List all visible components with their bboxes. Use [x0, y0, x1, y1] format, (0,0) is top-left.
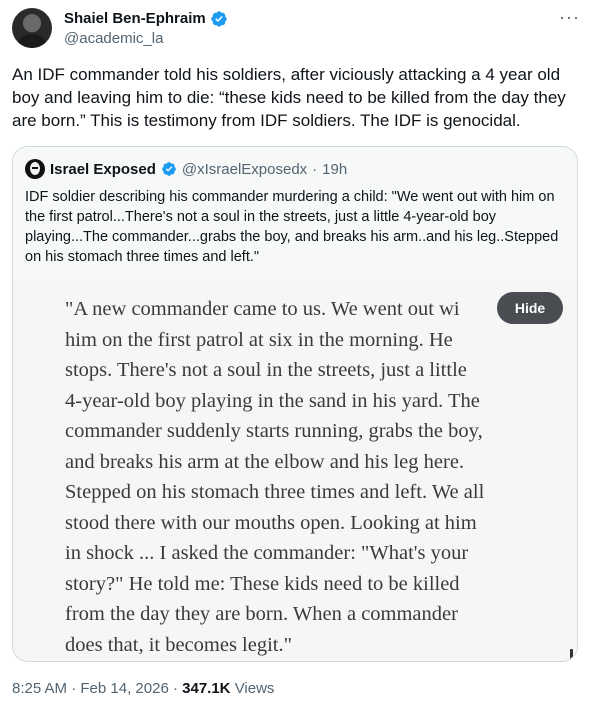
quote-author-row: Israel Exposed @xIsraelExposedx · 19h: [25, 159, 565, 179]
media-text-line: him on the first patrol at six in the mo…: [65, 328, 453, 351]
author-avatar[interactable]: [12, 8, 52, 48]
quote-author-handle[interactable]: @xIsraelExposedx: [182, 161, 307, 178]
quote-tweet-card[interactable]: Israel Exposed @xIsraelExposedx · 19h ID…: [12, 146, 578, 662]
media-text-line: in shock ... I asked the commander: "Wha…: [65, 542, 469, 564]
tweet-footer: 8:25 AM · Feb 14, 2026 · 347.1K Views: [12, 679, 274, 699]
quote-author-name[interactable]: Israel Exposed: [50, 161, 156, 178]
quote-time[interactable]: 19h: [322, 161, 347, 178]
quote-author-avatar[interactable]: [25, 159, 45, 179]
footer-separator: ·: [71, 680, 77, 697]
author-display-name[interactable]: Shaiel Ben-Ephraim: [64, 10, 206, 28]
media-text-line: 4-year-old boy playing in the sand in hi…: [65, 389, 480, 412]
footer-separator: ·: [172, 680, 178, 697]
views-count[interactable]: 347.1K: [182, 680, 230, 697]
quote-meta-separator: ·: [312, 160, 318, 178]
hide-button[interactable]: Hide: [497, 292, 563, 324]
verified-badge-icon: [211, 11, 227, 27]
author-handle[interactable]: @academic_la: [64, 30, 163, 48]
media-text-line: does that, it becomes legit.": [65, 633, 292, 656]
media-text-line: stood there with our mouths open. Lookin…: [65, 511, 477, 534]
tweet-text: An IDF commander told his soldiers, afte…: [12, 65, 566, 130]
quote-verified-badge-icon: [162, 162, 176, 176]
quote-media-image[interactable]: "A new commander came to us. We went out…: [13, 282, 577, 661]
media-text-line: Stepped on his stomach three times and l…: [65, 481, 485, 503]
quote-text: IDF soldier describing his commander mur…: [25, 189, 559, 265]
media-text-line: story?" He told me: These kids need to b…: [65, 572, 460, 595]
post-time[interactable]: 8:25 AM: [12, 680, 67, 697]
author-name-row: Shaiel Ben-Ephraim: [64, 10, 228, 28]
media-text-line: stops. There's not a soul in the streets…: [65, 359, 467, 381]
scroll-indicator: [570, 649, 573, 659]
more-dots-icon[interactable]: ···: [559, 8, 580, 26]
quote-header-area: Israel Exposed @xIsraelExposedx · 19h ID…: [13, 147, 577, 282]
views-label: Views: [234, 680, 275, 697]
tweet-header: Shaiel Ben-Ephraim @academic_la ···: [12, 8, 580, 48]
post-date[interactable]: Feb 14, 2026: [80, 680, 168, 697]
media-text-line: and breaks his arm at the elbow and his …: [65, 450, 465, 473]
media-text-line: from the day they are born. When a comma…: [65, 603, 458, 625]
media-text-line: commander suddenly starts running, grabs…: [65, 420, 483, 442]
